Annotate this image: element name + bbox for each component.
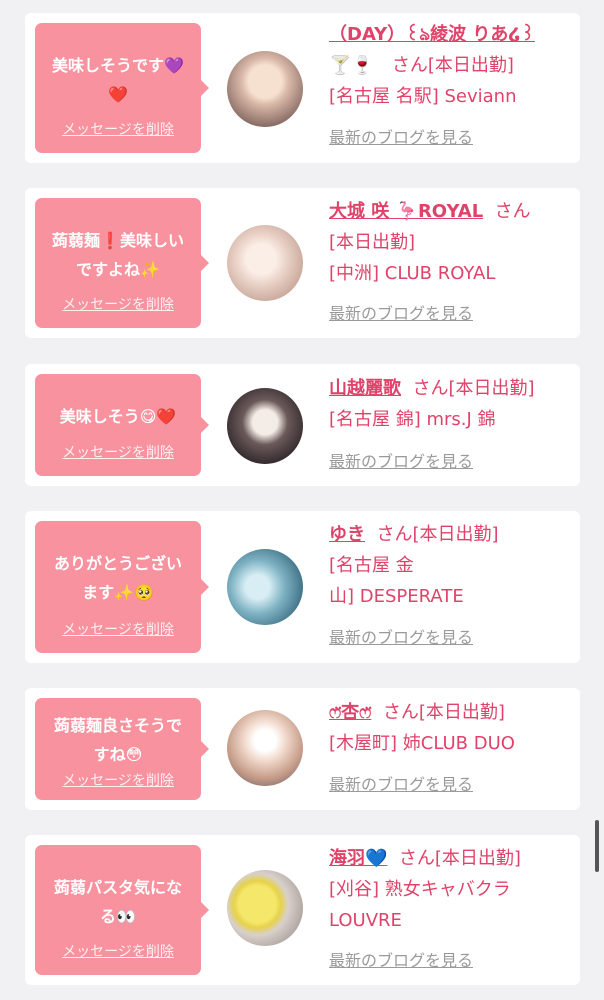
cast-detail: [名古屋 金 [329, 555, 414, 576]
message-text: 美味しそうです💜 [52, 56, 184, 75]
cast-shop: [中洲] CLUB ROYAL [329, 263, 496, 284]
cast-info: 山越麗歌 さん[本日出勤] [名古屋 錦] mrs.J 錦 [329, 373, 572, 435]
message-card: ありがとうござい ます✨🥺 メッセージを削除 ゆき さん[本日出勤] [名古屋 … [25, 511, 580, 663]
cast-info: ゆき さん[本日出勤] [名古屋 金 山] DESPERATE [329, 519, 572, 612]
message-card: 蒟蒻麺良さそうで すね😳 メッセージを削除 ෆ̈杏ෆ̈ さん[本日出勤] [木屋… [25, 688, 580, 810]
name-suffix: さん[本日出勤] [376, 524, 499, 545]
scrollbar[interactable] [595, 820, 599, 872]
latest-blog-link[interactable]: 最新のブログを見る [329, 628, 473, 648]
cast-detail: [本日出勤] [329, 232, 416, 253]
message-bubble: 蒟蒻麺良さそうで すね😳 メッセージを削除 [35, 698, 209, 800]
cast-info: 大城 咲 🦩ROYAL さん [本日出勤] [中洲] CLUB ROYAL [329, 196, 572, 289]
message-bubble: 美味しそうです💜 ❤️ メッセージを削除 [35, 23, 209, 153]
cast-name-link[interactable]: 大城 咲 🦩ROYAL [329, 201, 483, 222]
message-text: すね😳 [93, 745, 143, 764]
cast-name-link[interactable]: （DAY）꒰ঌ綾波 りあ໒꒱ [329, 24, 535, 45]
latest-blog-link[interactable]: 最新のブログを見る [329, 951, 473, 971]
delete-message-link[interactable]: メッセージを削除 [35, 772, 201, 790]
message-text: 蒟蒻パスタ気にな [53, 878, 182, 897]
message-text: ありがとうござい [53, 554, 182, 573]
cast-info: ෆ̈杏ෆ̈ さん[本日出勤] [木屋町] 姉CLUB DUO [329, 697, 572, 759]
message-text: 蒟蒻麺良さそうで [53, 716, 182, 735]
message-text: 美味しそう😋❤️ [59, 407, 177, 426]
latest-blog-link[interactable]: 最新のブログを見る [329, 128, 473, 148]
cast-name-link[interactable]: ෆ̈杏ෆ̈ [329, 702, 371, 723]
cast-name-link[interactable]: 海羽💙 [329, 848, 387, 869]
name-suffix: さん[本日出勤] [412, 378, 535, 399]
message-card: 美味しそうです💜 ❤️ メッセージを削除 （DAY）꒰ঌ綾波 りあ໒꒱ 🍸🍷 さ… [25, 13, 580, 163]
avatar[interactable] [227, 225, 303, 301]
latest-blog-link[interactable]: 最新のブログを見る [329, 775, 473, 795]
message-bubble: 美味しそう😋❤️ メッセージを削除 [35, 374, 209, 476]
delete-message-link[interactable]: メッセージを削除 [35, 121, 201, 139]
cast-shop: [名古屋 名駅] Seviann [329, 86, 517, 107]
avatar[interactable] [227, 870, 303, 946]
cast-info: （DAY）꒰ঌ綾波 りあ໒꒱ 🍸🍷 さん[本日出勤] [名古屋 名駅] Sevi… [329, 19, 572, 112]
avatar[interactable] [227, 549, 303, 625]
cast-detail: 🍸🍷 さん[本日出勤] [329, 55, 514, 76]
cast-detail: [刈谷] 熟女キャバクラ [329, 879, 511, 900]
cast-info: 海羽💙 さん[本日出勤] [刈谷] 熟女キャバクラ LOUVRE [329, 843, 572, 936]
cast-name-link[interactable]: 山越麗歌 [329, 378, 401, 399]
message-text: ですよね✨ [76, 260, 160, 279]
avatar[interactable] [227, 710, 303, 786]
delete-message-link[interactable]: メッセージを削除 [35, 943, 201, 961]
avatar[interactable] [227, 388, 303, 464]
message-bubble: 蒟蒻パスタ気にな る👀 メッセージを削除 [35, 845, 209, 975]
cast-name-link[interactable]: ゆき [329, 524, 365, 545]
name-suffix: さん [494, 201, 531, 222]
delete-message-link[interactable]: メッセージを削除 [35, 621, 201, 639]
delete-message-link[interactable]: メッセージを削除 [35, 444, 201, 462]
message-text: ます✨🥺 [82, 583, 154, 602]
message-text: る👀 [100, 907, 136, 926]
latest-blog-link[interactable]: 最新のブログを見る [329, 304, 473, 324]
name-suffix: さん[本日出勤] [398, 848, 521, 869]
cast-shop: [木屋町] 姉CLUB DUO [329, 733, 515, 754]
message-list: 美味しそうです💜 ❤️ メッセージを削除 （DAY）꒰ঌ綾波 りあ໒꒱ 🍸🍷 さ… [0, 0, 604, 1000]
message-card: 蒟蒻麺❗美味しい ですよね✨ メッセージを削除 大城 咲 🦩ROYAL さん [… [25, 188, 580, 338]
avatar[interactable] [227, 51, 303, 127]
delete-message-link[interactable]: メッセージを削除 [35, 296, 201, 314]
cast-shop: 山] DESPERATE [329, 586, 464, 607]
cast-shop: [名古屋 錦] mrs.J 錦 [329, 409, 496, 430]
message-card: 蒟蒻パスタ気にな る👀 メッセージを削除 海羽💙 さん[本日出勤] [刈谷] 熟… [25, 835, 580, 985]
message-text: ❤️ [108, 85, 128, 104]
message-bubble: 蒟蒻麺❗美味しい ですよね✨ メッセージを削除 [35, 198, 209, 328]
latest-blog-link[interactable]: 最新のブログを見る [329, 452, 473, 472]
cast-shop: LOUVRE [329, 910, 402, 931]
message-card: 美味しそう😋❤️ メッセージを削除 山越麗歌 さん[本日出勤] [名古屋 錦] … [25, 364, 580, 486]
message-text: 蒟蒻麺❗美味しい [52, 231, 184, 250]
message-bubble: ありがとうござい ます✨🥺 メッセージを削除 [35, 521, 209, 653]
name-suffix: さん[本日出勤] [382, 702, 505, 723]
